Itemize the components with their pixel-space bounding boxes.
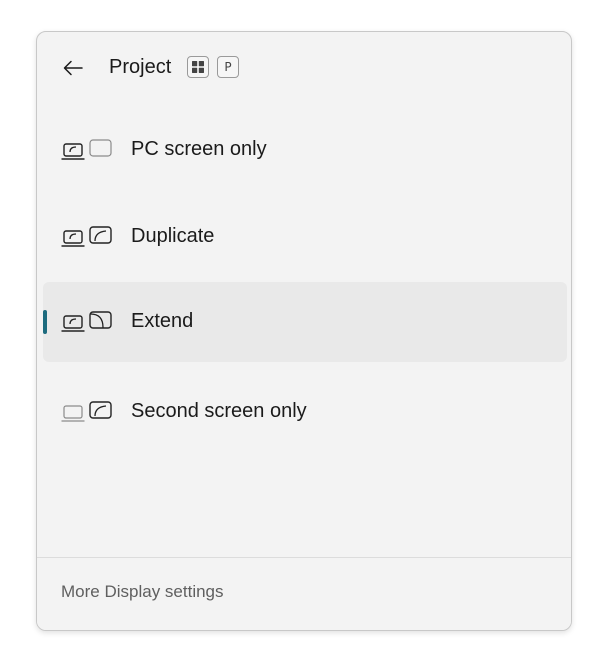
windows-logo-icon [192, 61, 204, 73]
second-screen-only-icon [61, 401, 112, 422]
more-display-settings-link[interactable]: More Display settings [61, 582, 224, 602]
p-key-badge: P [217, 56, 239, 78]
option-label: Extend [131, 310, 194, 332]
flyout-header: Project P [37, 32, 571, 104]
option-duplicate[interactable]: Duplicate [43, 197, 567, 277]
extend-icon [61, 311, 112, 332]
option-extend[interactable]: Extend [43, 282, 567, 362]
option-label: Second screen only [131, 400, 307, 422]
project-flyout: Project P PC screen only Duplicate Exten… [36, 31, 572, 631]
flyout-footer: More Display settings [37, 557, 571, 630]
back-arrow-icon [63, 60, 83, 76]
option-second-screen-only[interactable]: Second screen only [43, 372, 567, 452]
duplicate-icon [61, 226, 112, 247]
page-title: Project [109, 56, 172, 78]
windows-key-badge [187, 56, 209, 78]
option-label: PC screen only [131, 138, 267, 160]
pc-screen-only-icon [61, 139, 112, 160]
option-pc-screen-only[interactable]: PC screen only [43, 110, 567, 190]
selection-indicator [43, 310, 47, 334]
back-button[interactable] [57, 52, 89, 84]
option-label: Duplicate [131, 225, 215, 247]
